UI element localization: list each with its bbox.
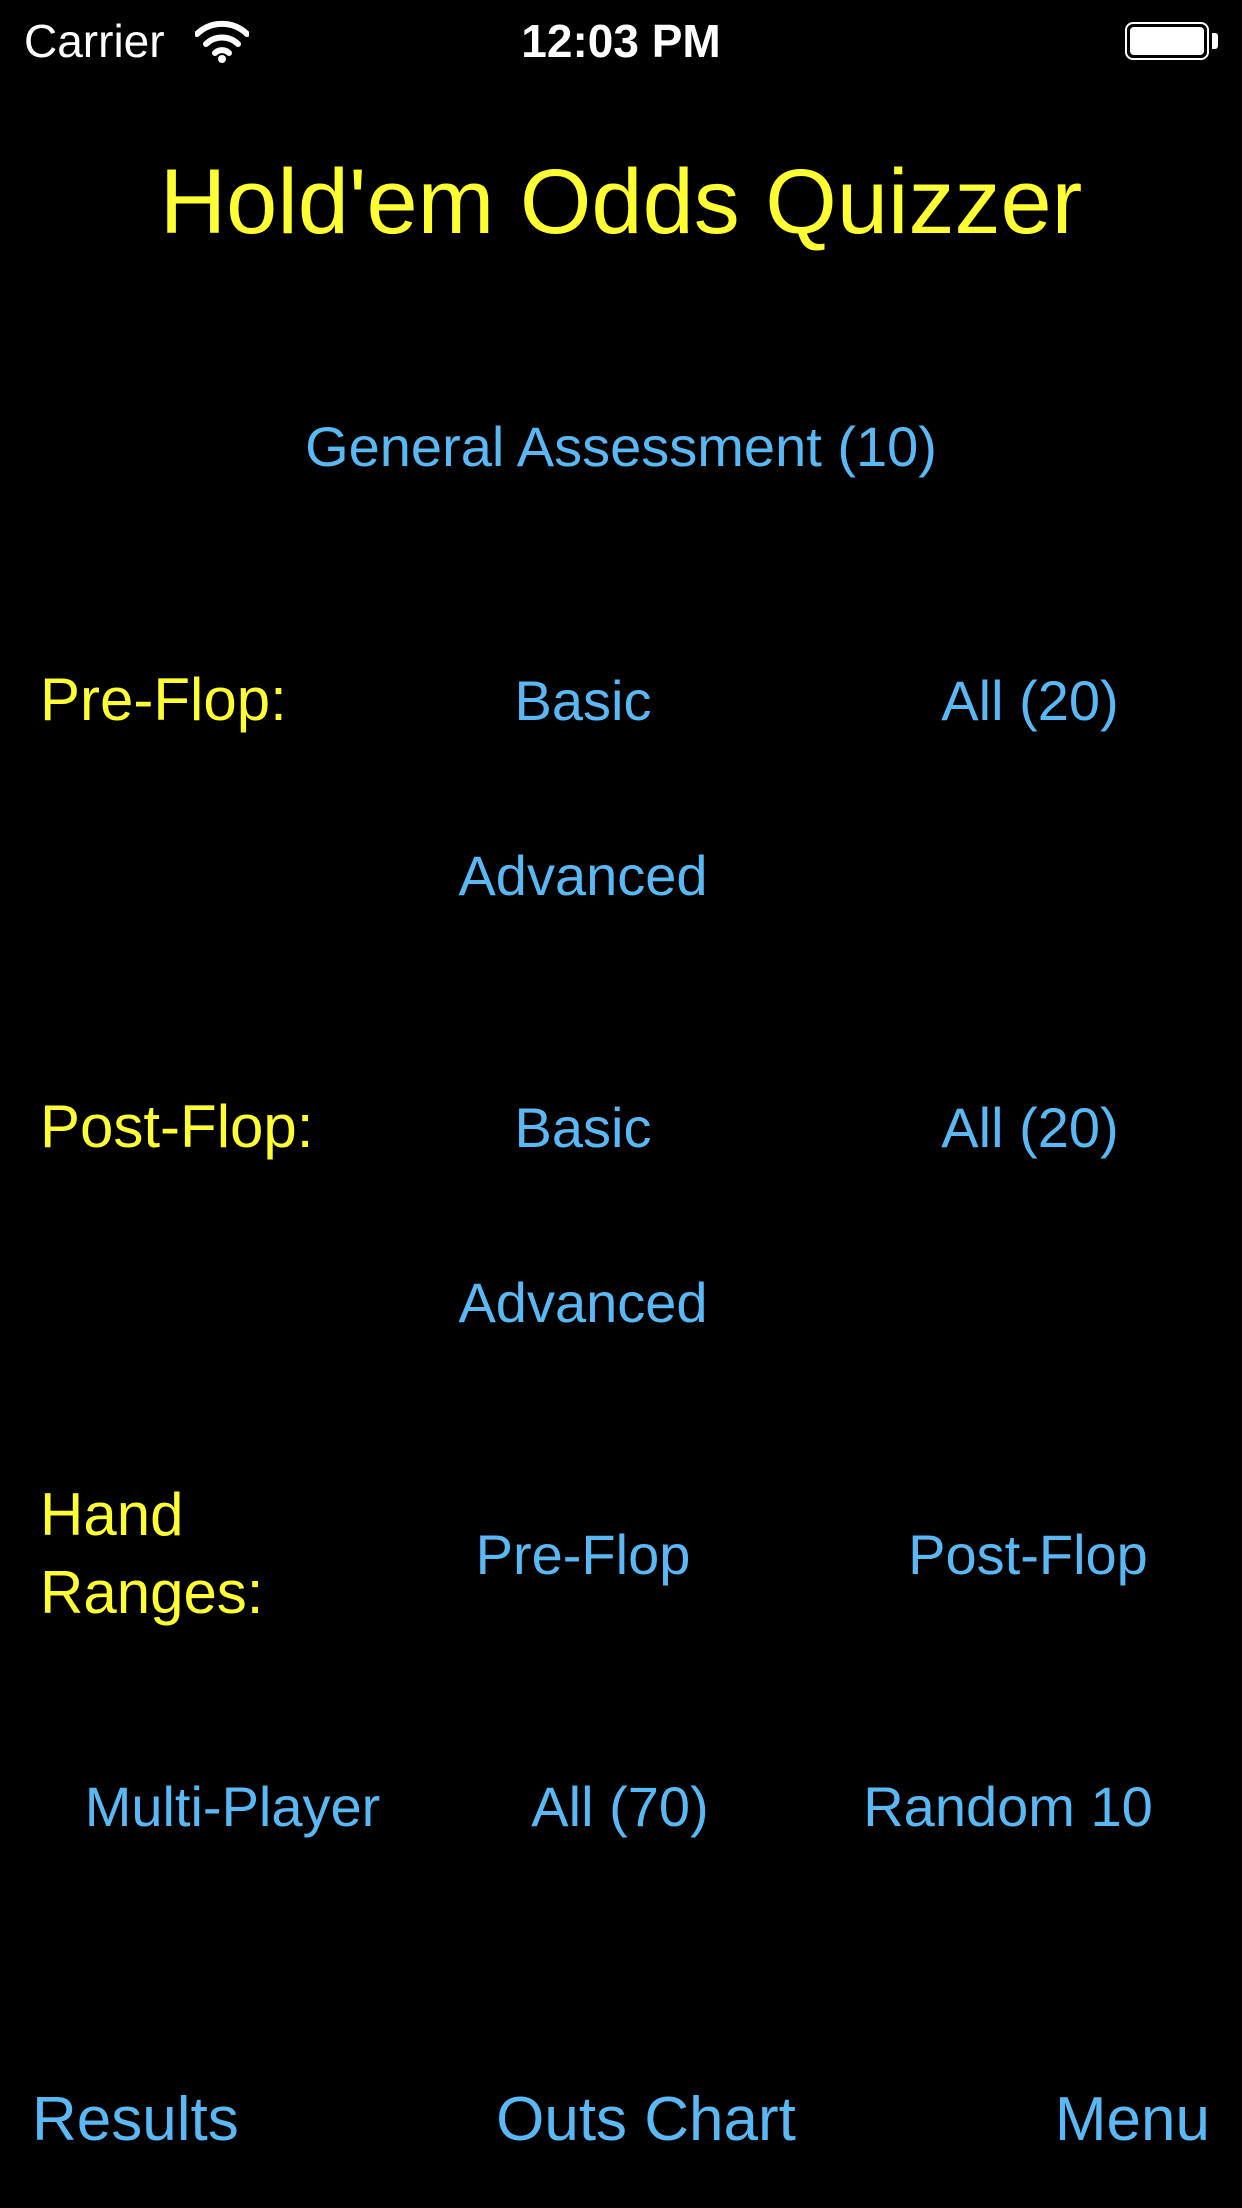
pre-flop-heading: Pre-Flop: xyxy=(40,666,287,733)
hand-ranges-pre-flop-button[interactable]: Pre-Flop xyxy=(383,1522,783,1587)
post-flop-advanced-button[interactable]: Advanced xyxy=(383,1270,783,1335)
post-flop-all-button[interactable]: All (20) xyxy=(880,1095,1180,1160)
multi-player-button[interactable]: Multi-Player xyxy=(30,1774,435,1839)
menu-button[interactable]: Menu xyxy=(1055,2084,1210,2155)
hand-ranges-heading-line2: Ranges: xyxy=(40,1559,264,1626)
battery-icon xyxy=(1125,22,1209,60)
hand-ranges-heading-line1: Hand xyxy=(40,1481,184,1548)
hand-ranges-post-flop-button[interactable]: Post-Flop xyxy=(828,1522,1228,1587)
outs-chart-button[interactable]: Outs Chart xyxy=(440,2084,852,2155)
post-flop-basic-button[interactable]: Basic xyxy=(433,1095,733,1160)
app-title: Hold'em Odds Quizzer xyxy=(159,151,1083,253)
status-time: 12:03 PM xyxy=(521,15,721,67)
post-flop-heading: Post-Flop: xyxy=(40,1093,314,1160)
all-seventy-button[interactable]: All (70) xyxy=(470,1774,770,1839)
random-ten-button[interactable]: Random 10 xyxy=(808,1774,1208,1839)
pre-flop-basic-button[interactable]: Basic xyxy=(433,668,733,733)
results-button[interactable]: Results xyxy=(32,2084,239,2155)
general-assessment-button[interactable]: General Assessment (10) xyxy=(0,414,1242,479)
pre-flop-advanced-button[interactable]: Advanced xyxy=(383,843,783,908)
battery-nub xyxy=(1212,33,1218,49)
pre-flop-all-button[interactable]: All (20) xyxy=(880,668,1180,733)
